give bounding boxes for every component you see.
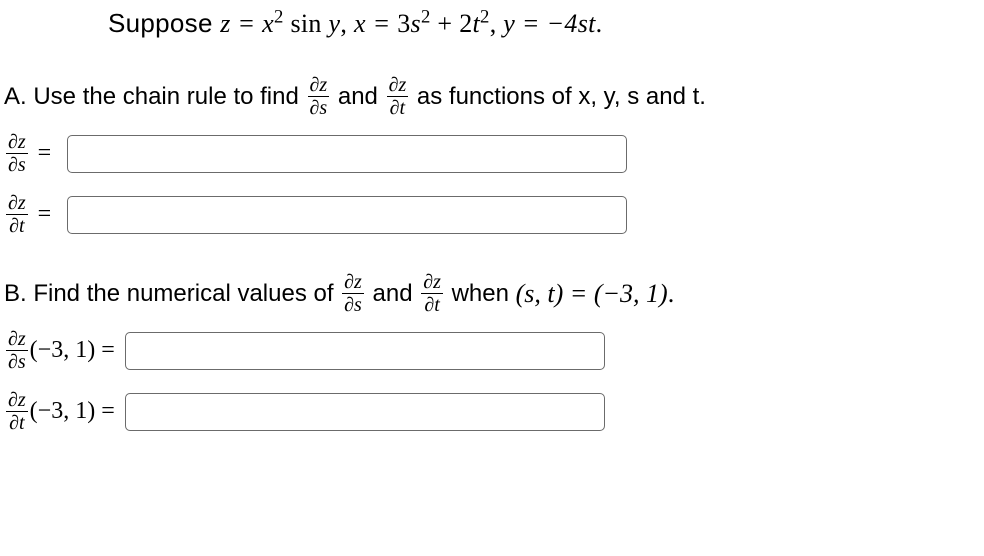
point-value: (s, t) = (−3, 1) [516,279,668,309]
t-var: t [473,9,481,38]
dzdt-point-frac: ∂z ∂t [6,390,28,433]
dzdt-label-den: ∂t [9,215,24,236]
dzdt-num-b: ∂z [421,272,443,294]
dzds-point-coords: (−3, 1) = [30,337,115,364]
x-equals: x = [354,9,397,38]
period1: . [596,9,603,38]
dzdt-label: ∂z ∂t = [4,193,57,236]
exp-2c: 2 [480,6,490,27]
dzds-input-row: ∂z ∂s = [4,132,984,175]
dzdt-label-frac: ∂z ∂t [6,193,28,236]
y-var: y [328,9,340,38]
and-text-a: and [331,83,384,111]
dzds-label-den: ∂s [8,154,26,175]
z-equals: z = [220,9,262,38]
eq-sign-1: = [38,140,52,167]
comma1: , [340,9,354,38]
dzdt-fraction: ∂z ∂t [387,75,409,118]
sin-text: sin [284,9,329,38]
dzdt-input-row: ∂z ∂t = [4,193,984,236]
dzds-label-num: ∂z [6,132,28,154]
dzdt-point-row: ∂z ∂t (−3, 1) = [4,390,984,433]
exp-2a: 2 [274,6,284,27]
part-b-prompt: B. Find the numerical values of ∂z ∂s an… [4,272,984,315]
dzdt-input[interactable] [67,196,627,234]
suppose-text: Suppose [108,8,220,38]
part-a-lead: A. Use the chain rule to find [4,83,306,111]
problem-statement: Suppose z = x2 sin y, x = 3s2 + 2t2, y =… [108,8,984,39]
part-a-tail: as functions of x, y, s and t. [410,83,706,111]
dzds-den: ∂s [310,97,328,118]
dzds-num: ∂z [308,75,330,97]
eq-sign-2: = [38,201,52,228]
dzds-fraction-b: ∂z ∂s [342,272,364,315]
dzds-point-frac: ∂z ∂s [6,329,28,372]
plus2: + 2 [431,9,473,38]
dzdt-fraction-b: ∂z ∂t [421,272,443,315]
and-text-b: and [366,280,419,308]
dzdt-point-den: ∂t [9,412,24,433]
part-b-lead: B. Find the numerical values of [4,280,340,308]
dzds-point-num: ∂z [6,329,28,351]
dzdt-den-b: ∂t [424,294,439,315]
coef3: 3 [397,9,410,38]
y-equals: y = −4st [503,9,595,38]
dzdt-point-coords: (−3, 1) = [30,398,115,425]
dzdt-point-label: ∂z ∂t (−3, 1) = [4,390,115,433]
dzds-label: ∂z ∂s = [4,132,57,175]
dzds-num-b: ∂z [342,272,364,294]
dzds-label-frac: ∂z ∂s [6,132,28,175]
dzds-den-b: ∂s [344,294,362,315]
when-text: when [445,280,516,308]
comma2: , [490,9,504,38]
part-a-prompt: A. Use the chain rule to find ∂z ∂s and … [4,75,984,118]
x-var: x [262,9,274,38]
dzds-input[interactable] [67,135,627,173]
dzdt-den: ∂t [390,97,405,118]
s-var: s [411,9,421,38]
dzdt-point-input[interactable] [125,393,605,431]
dzdt-num: ∂z [387,75,409,97]
dzds-fraction: ∂z ∂s [308,75,330,118]
dzds-point-input[interactable] [125,332,605,370]
dzds-point-den: ∂s [8,351,26,372]
dzds-point-row: ∂z ∂s (−3, 1) = [4,329,984,372]
dzdt-point-num: ∂z [6,390,28,412]
dzds-point-label: ∂z ∂s (−3, 1) = [4,329,115,372]
period2: . [668,279,675,309]
dzdt-label-num: ∂z [6,193,28,215]
exp-2b: 2 [421,6,431,27]
